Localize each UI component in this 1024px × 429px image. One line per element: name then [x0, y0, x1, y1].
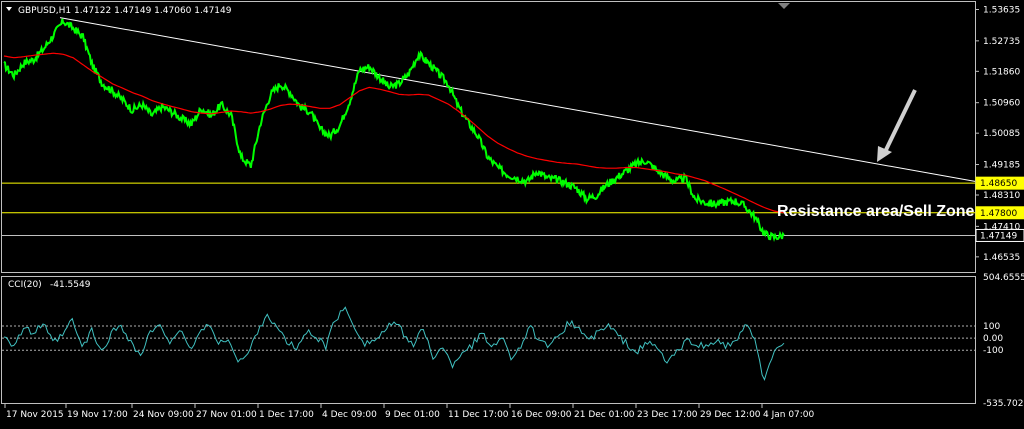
level-tag-label: 1.47149	[980, 231, 1017, 241]
price-axis: 1.53635 1.52735 1.51860 1.50960 1.50085 1.491…	[975, 5, 1020, 263]
cci-title: CCI(20)	[8, 280, 42, 290]
time-tick-label: 11 Dec 17:00	[448, 410, 509, 420]
time-tick-label: 29 Dec 12:00	[700, 410, 761, 420]
price-tick-label: 1.51860	[983, 67, 1020, 77]
resistance-annotation: Resistance area/Sell Zone	[777, 203, 975, 220]
cci-levels	[2, 325, 975, 351]
time-tick-label: 19 Nov 17:00	[67, 410, 128, 420]
chart-header: GBPUSD,H1 1.47122 1.47149 1.47060 1.4714…	[18, 6, 232, 16]
level-tag-label: 1.48650	[980, 179, 1017, 189]
level-tag-label: 1.47800	[980, 209, 1017, 219]
time-tick-label: 24 Nov 09:00	[133, 410, 194, 420]
cci-axis: 504.6555 100 0.00 -100 -535.7025	[983, 273, 1024, 409]
time-axis: 17 Nov 2015 19 Nov 17:00 24 Nov 09:00 27 No…	[4, 404, 815, 420]
price-tick-label: 1.49185	[983, 161, 1020, 171]
price-line	[3, 18, 785, 242]
cci-tick-label: 100	[983, 322, 1000, 332]
shift-marker-icon[interactable]	[778, 3, 790, 9]
time-tick-label: 4 Jan 07:00	[763, 410, 815, 420]
cci-tick-label: -100	[983, 346, 1004, 356]
time-tick-label: 23 Dec 17:00	[637, 410, 698, 420]
arrow-icon	[877, 89, 917, 162]
cci-tick-label: -535.7025	[983, 399, 1024, 409]
price-tick-label: 1.52735	[983, 37, 1020, 47]
price-tick-label: 1.46535	[983, 253, 1020, 263]
price-tick-label: 1.48310	[983, 191, 1020, 201]
price-tick-label: 1.53635	[983, 5, 1020, 15]
price-tick-label: 1.50960	[983, 99, 1020, 109]
level-price-tags: 1.48650 1.47800 1.47149	[975, 176, 1024, 242]
cci-series	[3, 306, 785, 381]
time-tick-label: 9 Dec 01:00	[385, 410, 440, 420]
time-tick-label: 16 Dec 09:00	[511, 410, 572, 420]
cci-value: -41.5549	[50, 280, 91, 290]
time-tick-label: 1 Dec 17:00	[259, 410, 314, 420]
cci-panel-frame	[1, 276, 976, 404]
chart-window[interactable]: GBPUSD,H1 1.47122 1.47149 1.47060 1.4714…	[0, 0, 1024, 429]
cci-tick-label: 504.6555	[983, 273, 1024, 283]
time-tick-label: 4 Dec 09:00	[322, 410, 377, 420]
time-tick-label: 27 Nov 01:00	[196, 410, 257, 420]
collapse-triangle-icon[interactable]	[6, 7, 12, 11]
time-tick-label: 21 Dec 01:00	[574, 410, 635, 420]
cci-line	[3, 306, 785, 381]
trendline[interactable]	[59, 17, 976, 182]
time-tick-label: 17 Nov 2015	[6, 410, 64, 420]
price-tick-label: 1.50085	[983, 129, 1020, 139]
cci-tick-label: 0.00	[983, 334, 1003, 344]
